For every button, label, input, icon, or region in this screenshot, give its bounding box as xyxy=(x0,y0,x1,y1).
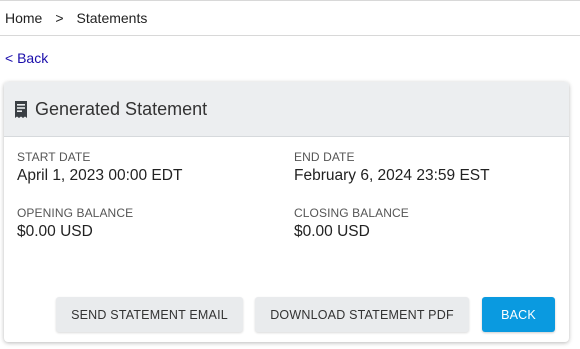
download-statement-pdf-button[interactable]: DOWNLOAD STATEMENT PDF xyxy=(255,297,469,332)
back-button[interactable]: BACK xyxy=(482,297,555,332)
opening-balance-value: $0.00 USD xyxy=(17,223,93,240)
breadcrumb-current: Statements xyxy=(76,10,148,26)
end-date-label: END DATE xyxy=(294,150,355,164)
closing-balance-label: CLOSING BALANCE xyxy=(294,206,409,220)
breadcrumb: Home > Statements xyxy=(0,0,580,36)
opening-balance-label: OPENING BALANCE xyxy=(17,206,134,220)
closing-balance-value: $0.00 USD xyxy=(294,223,370,240)
breadcrumb-separator: > xyxy=(55,10,64,26)
opening-balance-field: OPENING BALANCE $0.00 USD xyxy=(17,206,133,241)
card-title: Generated Statement xyxy=(35,98,208,119)
start-date-value: April 1, 2023 00:00 EDT xyxy=(17,167,183,184)
card-header: Generated Statement xyxy=(4,82,569,137)
start-date-label: START DATE xyxy=(17,150,91,164)
statement-card: Generated Statement START DATE April 1, … xyxy=(4,82,569,342)
receipt-icon xyxy=(14,100,28,118)
end-date-value: February 6, 2024 23:59 EST xyxy=(294,167,490,184)
end-date-field: END DATE February 6, 2024 23:59 EST xyxy=(294,150,490,185)
back-link[interactable]: < Back xyxy=(5,50,48,66)
start-date-field: START DATE April 1, 2023 00:00 EDT xyxy=(17,150,182,185)
closing-balance-field: CLOSING BALANCE $0.00 USD xyxy=(294,206,409,241)
breadcrumb-home[interactable]: Home xyxy=(5,10,42,26)
send-statement-email-button[interactable]: SEND STATEMENT EMAIL xyxy=(56,297,243,332)
